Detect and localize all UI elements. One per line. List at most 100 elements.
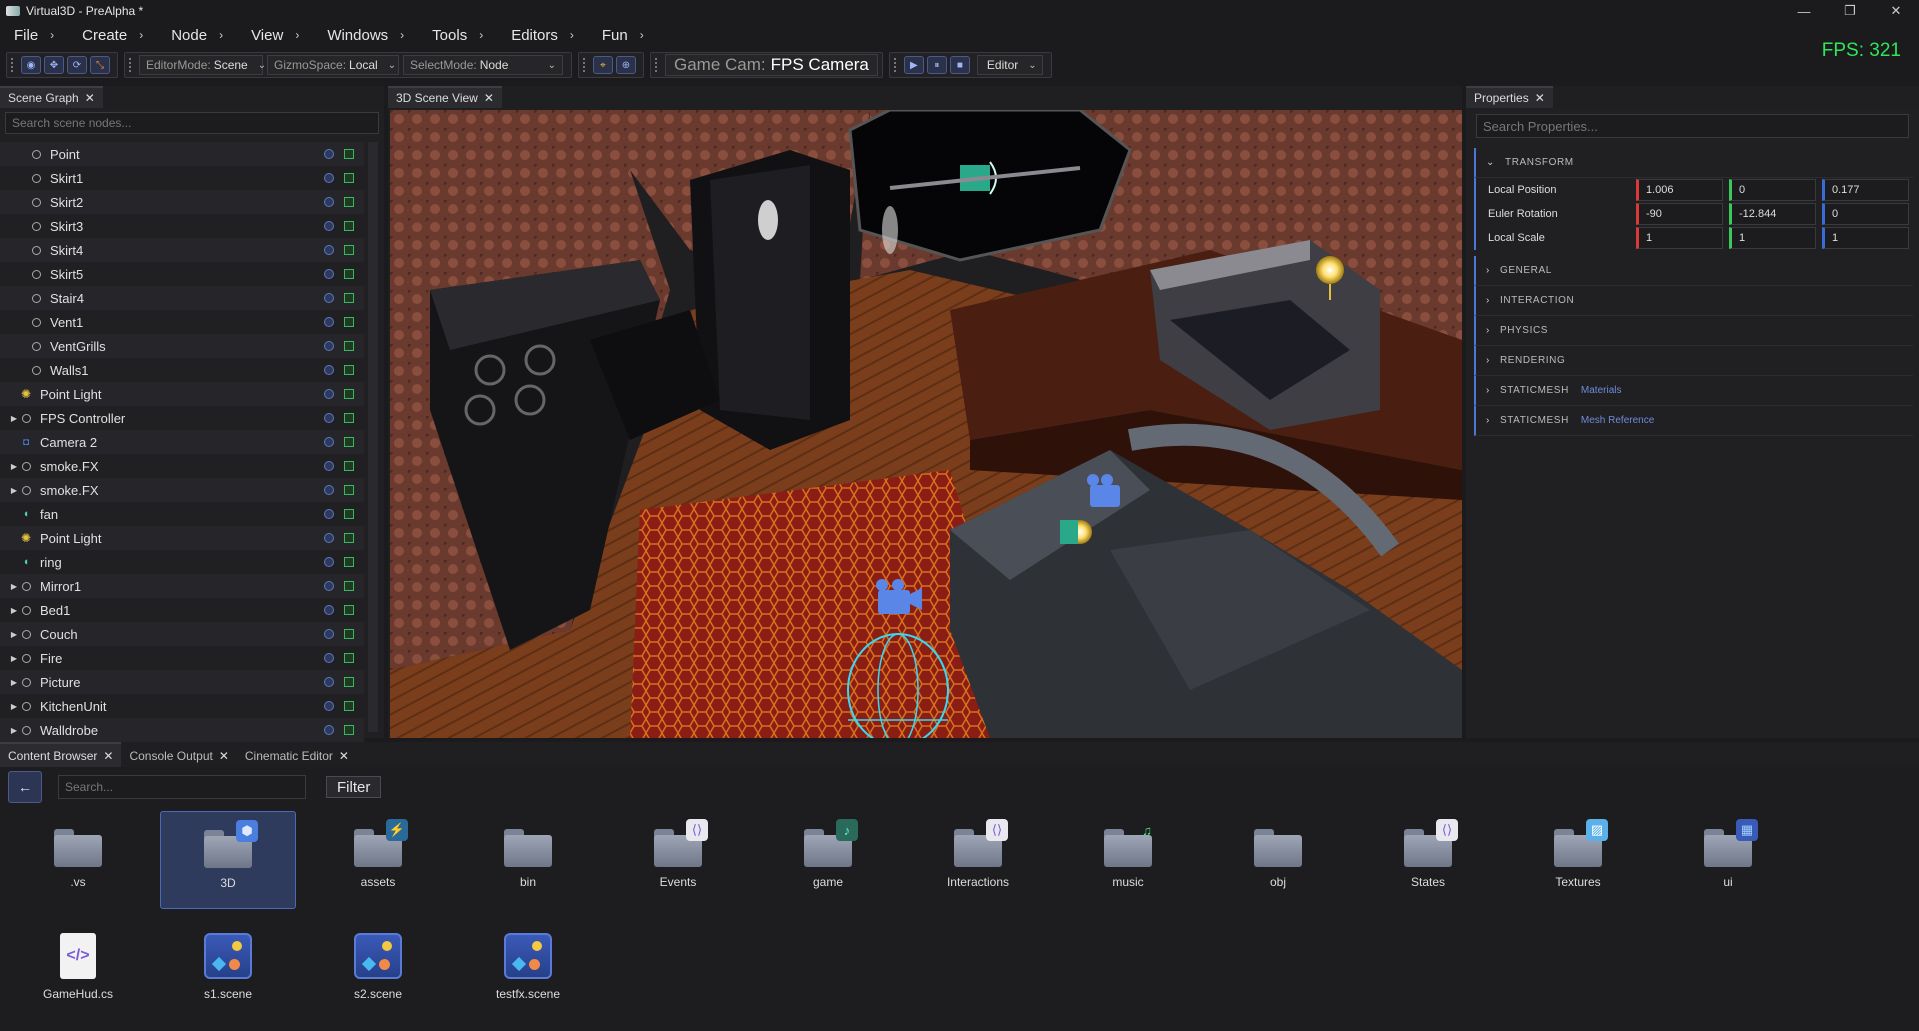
visibility-toggle-icon[interactable] (324, 581, 334, 591)
visibility-toggle-icon[interactable] (324, 389, 334, 399)
tab-console-output[interactable]: Console Output ✕ (121, 742, 236, 767)
properties-search-input[interactable] (1483, 118, 1902, 134)
rotate-tool-icon[interactable]: ⟳ (67, 56, 87, 74)
minimize-icon[interactable]: — (1781, 0, 1827, 22)
visibility-toggle-icon[interactable] (324, 245, 334, 255)
visibility-toggle-icon[interactable] (324, 437, 334, 447)
expand-arrow-icon[interactable]: ▶ (8, 726, 20, 735)
visibility-toggle-icon[interactable] (324, 221, 334, 231)
file-item[interactable]: testfx.scene (460, 923, 596, 1021)
tab-content-browser[interactable]: Content Browser ✕ (0, 742, 122, 767)
scene-node[interactable]: ▶ Bed1 (0, 598, 364, 622)
scene-node[interactable]: Walls1 (0, 358, 364, 382)
active-toggle-icon[interactable] (344, 437, 354, 447)
scene-node[interactable]: ◖ fan (0, 502, 364, 526)
select-tool-icon[interactable]: ◉ (21, 56, 41, 74)
tab-scene-graph[interactable]: Scene Graph ✕ (0, 86, 103, 108)
z-value-field[interactable]: 0.177 (1822, 179, 1909, 201)
active-toggle-icon[interactable] (344, 389, 354, 399)
scrollbar[interactable] (368, 142, 378, 732)
visibility-toggle-icon[interactable] (324, 173, 334, 183)
scene-node[interactable]: Skirt2 (0, 190, 364, 214)
menu-view[interactable]: View › (251, 27, 299, 44)
close-icon[interactable]: ✕ (1873, 0, 1919, 22)
active-toggle-icon[interactable] (344, 245, 354, 255)
visibility-toggle-icon[interactable] (324, 317, 334, 327)
z-value-field[interactable]: 0 (1822, 203, 1909, 225)
tab-properties[interactable]: Properties ✕ (1466, 86, 1553, 108)
grid-snap-icon[interactable]: ⊕ (616, 56, 636, 74)
visibility-toggle-icon[interactable] (324, 653, 334, 663)
active-toggle-icon[interactable] (344, 269, 354, 279)
active-toggle-icon[interactable] (344, 413, 354, 423)
active-toggle-icon[interactable] (344, 173, 354, 183)
active-toggle-icon[interactable] (344, 533, 354, 543)
active-toggle-icon[interactable] (344, 461, 354, 471)
scene-node[interactable]: Stair4 (0, 286, 364, 310)
visibility-toggle-icon[interactable] (324, 629, 334, 639)
active-toggle-icon[interactable] (344, 293, 354, 303)
grip-handle-icon[interactable] (583, 58, 587, 72)
menu-fun[interactable]: Fun › (602, 27, 644, 44)
folder-item[interactable]: .vs (10, 811, 146, 909)
tab-cinematic-editor[interactable]: Cinematic Editor ✕ (237, 742, 357, 767)
scene-node[interactable]: Skirt3 (0, 214, 364, 238)
menu-file[interactable]: File › (14, 27, 54, 44)
y-value-field[interactable]: 0 (1729, 179, 1816, 201)
scene-node[interactable]: ▶ smoke.FX (0, 478, 364, 502)
close-icon[interactable]: ✕ (484, 91, 494, 105)
grip-handle-icon[interactable] (655, 58, 659, 72)
visibility-toggle-icon[interactable] (324, 269, 334, 279)
file-item[interactable]: s2.scene (310, 923, 446, 1021)
close-icon[interactable]: ✕ (219, 749, 229, 763)
section-interaction[interactable]: › INTERACTION (1474, 286, 1913, 316)
visibility-toggle-icon[interactable] (324, 197, 334, 207)
expand-arrow-icon[interactable]: ▶ (8, 702, 20, 711)
active-toggle-icon[interactable] (344, 605, 354, 615)
active-toggle-icon[interactable] (344, 653, 354, 663)
file-item[interactable]: s1.scene (160, 923, 296, 1021)
active-toggle-icon[interactable] (344, 725, 354, 735)
active-toggle-icon[interactable] (344, 149, 354, 159)
folder-item[interactable]: ♪ game (760, 811, 896, 909)
pause-icon[interactable]: ⏸ (926, 56, 947, 74)
active-toggle-icon[interactable] (344, 581, 354, 591)
x-value-field[interactable]: 1.006 (1636, 179, 1723, 201)
close-icon[interactable]: ✕ (85, 91, 95, 105)
active-toggle-icon[interactable] (344, 701, 354, 711)
scene-node[interactable]: ▶ Walldrobe (0, 718, 364, 742)
maximize-icon[interactable]: ❐ (1827, 0, 1873, 22)
expand-arrow-icon[interactable]: ▶ (8, 486, 20, 495)
section-rendering[interactable]: › RENDERING (1474, 346, 1913, 376)
scene-search-input[interactable] (12, 116, 372, 130)
section-general[interactable]: › GENERAL (1474, 256, 1913, 286)
menu-create[interactable]: Create › (82, 27, 143, 44)
visibility-toggle-icon[interactable] (324, 341, 334, 351)
gizmo-space-select[interactable]: GizmoSpace: Local ⌄ (267, 55, 399, 75)
folder-item[interactable]: ▨ Textures (1510, 811, 1646, 909)
menu-windows[interactable]: Windows › (327, 27, 404, 44)
editor-mode-select[interactable]: EditorMode: Scene ⌄ (139, 55, 266, 75)
close-icon[interactable]: ✕ (103, 749, 113, 763)
scene-node[interactable]: ✺ Point Light (0, 382, 364, 406)
x-value-field[interactable]: 1 (1636, 227, 1723, 249)
play-icon[interactable]: ▶ (903, 56, 924, 74)
select-mode-select[interactable]: SelectMode: Node ⌄ (403, 55, 563, 75)
tab-3d-scene-view[interactable]: 3D Scene View ✕ (388, 86, 502, 108)
active-toggle-icon[interactable] (344, 365, 354, 375)
expand-arrow-icon[interactable]: ▶ (8, 414, 20, 423)
play-target-select[interactable]: Editor ⌄ (976, 55, 1043, 75)
expand-arrow-icon[interactable]: ▶ (8, 462, 20, 471)
visibility-toggle-icon[interactable] (324, 725, 334, 735)
visibility-toggle-icon[interactable] (324, 293, 334, 303)
active-toggle-icon[interactable] (344, 317, 354, 327)
stop-icon[interactable]: ■ (949, 56, 970, 74)
expand-arrow-icon[interactable]: ▶ (8, 582, 20, 591)
visibility-toggle-icon[interactable] (324, 557, 334, 567)
active-toggle-icon[interactable] (344, 509, 354, 519)
close-icon[interactable]: ✕ (339, 749, 349, 763)
x-value-field[interactable]: -90 (1636, 203, 1723, 225)
content-search-input[interactable] (65, 780, 299, 794)
menu-tools[interactable]: Tools › (432, 27, 483, 44)
game-camera-select[interactable]: Game Cam: FPS Camera (665, 54, 878, 76)
